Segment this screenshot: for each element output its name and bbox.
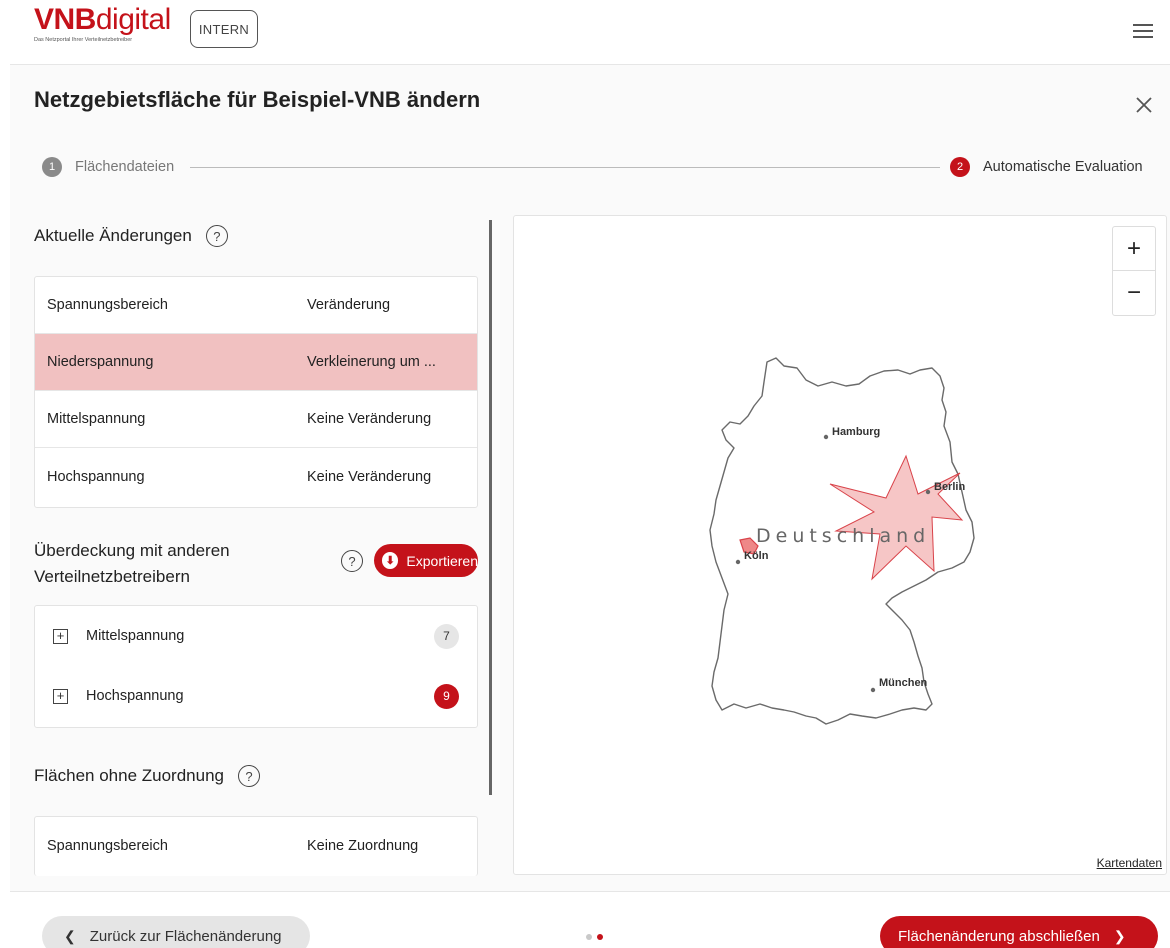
table-cell: Mittelspannung — [47, 411, 146, 427]
changed-area-polygon — [829, 454, 964, 581]
logo-bold-text: VNB — [34, 3, 96, 36]
city-label-koeln: Köln — [744, 550, 769, 562]
page-indicator — [586, 934, 603, 940]
page-dot — [586, 934, 592, 940]
city-label-muenchen: München — [879, 677, 928, 689]
table-row[interactable]: Niederspannung Verkleinerung um ... — [35, 334, 477, 391]
table-cell: Niederspannung — [47, 354, 154, 370]
step-label: Automatische Evaluation — [983, 159, 1143, 175]
logo-light-text: digital — [95, 3, 171, 36]
column-header: Veränderung — [307, 297, 391, 313]
finish-label: Flächenänderung abschließen — [898, 927, 1100, 945]
step-label: Flächendateien — [75, 159, 175, 175]
unassigned-heading: Flächen ohne Zuordnung ? — [34, 765, 260, 787]
close-icon[interactable] — [1134, 95, 1154, 115]
step-number: 2 — [950, 157, 970, 177]
back-label: Zurück zur Flächenänderung — [89, 927, 282, 945]
zoom-out-button[interactable]: − — [1113, 271, 1155, 315]
back-button[interactable]: ❮ Zurück zur Flächenänderung — [42, 916, 310, 948]
logo-tagline: Das Netzportal Ihrer Verteilnetzbetreibe… — [34, 37, 133, 43]
list-item-label: Hochspannung — [86, 688, 184, 704]
step-flaechendateien[interactable]: 1 Flächendateien — [42, 157, 174, 177]
dialog-title: Netzgebietsfläche für Beispiel-VNB änder… — [34, 87, 481, 112]
footer-bar: ❮ Zurück zur Flächenänderung Flächenände… — [10, 891, 1170, 948]
edit-area-dialog: Netzgebietsfläche für Beispiel-VNB änder… — [10, 64, 1170, 948]
changes-table: Spannungsbereich Veränderung Niederspann… — [34, 276, 478, 508]
table-cell: Keine Veränderung — [307, 411, 432, 427]
table-row[interactable]: Mittelspannung Keine Veränderung — [35, 391, 477, 448]
help-icon[interactable]: ? — [205, 225, 228, 247]
top-bar: VNBdigital Das Netzportal Ihrer Verteiln… — [0, 0, 1170, 64]
list-item[interactable]: + Hochspannung 9 — [35, 666, 477, 726]
hamburger-icon[interactable] — [1133, 24, 1153, 38]
help-icon[interactable]: ? — [237, 765, 260, 787]
step-automatische-evaluation[interactable]: 2 Automatische Evaluation — [950, 157, 1143, 177]
chevron-left-icon: ❮ — [64, 927, 76, 944]
column-header: Spannungsbereich — [47, 297, 168, 313]
table-row[interactable]: Hochspannung Keine Veränderung — [35, 448, 477, 505]
vnbdigital-logo[interactable]: VNBdigital Das Netzportal Ihrer Verteiln… — [34, 3, 171, 44]
help-icon[interactable]: ? — [341, 550, 363, 572]
table-cell: Hochspannung — [47, 468, 145, 485]
city-label-hamburg: Hamburg — [832, 426, 880, 438]
count-badge: 9 — [434, 683, 459, 709]
table-cell: Keine Veränderung — [307, 468, 432, 485]
zoom-in-button[interactable]: + — [1113, 227, 1155, 271]
download-icon: ⬇ — [382, 552, 399, 569]
count-badge: 7 — [434, 623, 459, 649]
map-view[interactable]: Hamburg Berlin Köln München Deutschland … — [513, 215, 1167, 875]
intern-badge: INTERN — [190, 10, 258, 48]
table-header-row: Spannungsbereich Veränderung — [35, 277, 477, 334]
list-item[interactable]: + Mittelspannung 7 — [35, 606, 477, 666]
column-header: Spannungsbereich — [47, 837, 168, 854]
zoom-controls: + − — [1112, 226, 1156, 316]
germany-map: Hamburg Berlin Köln München Deutschland — [709, 357, 975, 725]
expand-icon[interactable]: + — [53, 688, 68, 704]
export-button[interactable]: ⬇ Exportieren — [374, 544, 478, 577]
finish-button[interactable]: Flächenänderung abschließen ❯ — [880, 916, 1158, 948]
overlap-heading: Überdeckung mit anderen Verteilnetzbetre… — [34, 541, 230, 586]
panel-scrollbar[interactable] — [489, 220, 492, 795]
table-cell: Verkleinerung um ... — [307, 354, 436, 370]
export-label: Exportieren — [406, 552, 478, 569]
map-attribution-link[interactable]: Kartendaten — [1097, 856, 1162, 870]
city-label-berlin: Berlin — [934, 481, 965, 493]
chevron-right-icon: ❯ — [1113, 927, 1126, 944]
current-changes-heading: Aktuelle Änderungen ? — [34, 225, 228, 247]
stepper-connector — [190, 167, 940, 168]
column-header: Keine Zuordnung — [307, 837, 419, 854]
page-dot-active — [597, 934, 603, 940]
table-header-row: Spannungsbereich Keine Zuordnung — [35, 817, 477, 874]
expand-icon[interactable]: + — [53, 628, 68, 644]
unassigned-table: Spannungsbereich Keine Zuordnung — [34, 816, 478, 876]
step-number: 1 — [42, 157, 62, 177]
overlap-list: + Mittelspannung 7 + Hochspannung 9 — [34, 605, 478, 728]
list-item-label: Mittelspannung — [86, 628, 185, 644]
country-label: Deutschland — [756, 525, 930, 547]
